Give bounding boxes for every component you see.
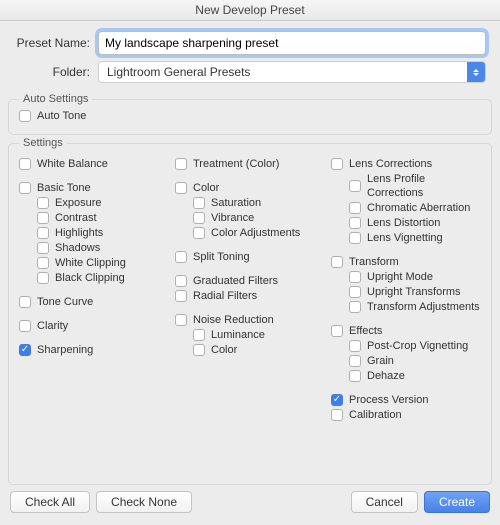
checkbox-icon	[19, 158, 31, 170]
checkbox-icon	[37, 272, 49, 284]
checkbox-icon	[349, 271, 361, 283]
checkbox-post-crop[interactable]: Post-Crop Vignetting	[349, 339, 481, 353]
checkbox-saturation[interactable]: Saturation	[193, 196, 325, 210]
checkbox-icon	[37, 212, 49, 224]
checkbox-basic-tone[interactable]: Basic Tone	[19, 181, 169, 195]
checkbox-icon	[349, 370, 361, 382]
checkbox-icon	[349, 355, 361, 367]
checkbox-icon	[19, 110, 31, 122]
checkbox-grain[interactable]: Grain	[349, 354, 481, 368]
checkbox-icon	[175, 275, 187, 287]
preset-name-label: Preset Name:	[14, 36, 98, 50]
checkbox-auto-tone[interactable]: Auto Tone	[19, 109, 481, 123]
checkbox-color[interactable]: Color	[175, 181, 325, 195]
footer: Check All Check None Cancel Create	[0, 483, 500, 525]
checkbox-icon	[331, 256, 343, 268]
checkbox-white-balance[interactable]: White Balance	[19, 157, 169, 171]
checkbox-icon	[175, 314, 187, 326]
checkbox-contrast[interactable]: Contrast	[37, 211, 169, 225]
checkbox-icon	[349, 286, 361, 298]
checkbox-icon	[349, 232, 361, 244]
checkbox-shadows[interactable]: Shadows	[37, 241, 169, 255]
checkbox-calibration[interactable]: Calibration	[331, 408, 481, 422]
checkbox-dehaze[interactable]: Dehaze	[349, 369, 481, 383]
checkbox-icon	[193, 344, 205, 356]
checkbox-icon	[175, 158, 187, 170]
checkbox-lens-profile[interactable]: Lens Profile Corrections	[349, 172, 481, 200]
checkbox-transform-adjustments[interactable]: Transform Adjustments	[349, 300, 481, 314]
checkbox-icon	[193, 197, 205, 209]
checkbox-white-clipping[interactable]: White Clipping	[37, 256, 169, 270]
checkbox-icon	[349, 202, 361, 214]
checkbox-noise-reduction[interactable]: Noise Reduction	[175, 313, 325, 327]
checkbox-sharpening[interactable]: Sharpening	[19, 343, 169, 357]
checkbox-transform[interactable]: Transform	[331, 255, 481, 269]
checkbox-icon	[19, 320, 31, 332]
auto-settings-group: Auto Settings Auto Tone	[8, 99, 492, 135]
checkbox-noise-color[interactable]: Color	[193, 343, 325, 357]
window-title: New Develop Preset	[0, 0, 500, 21]
checkbox-tone-curve[interactable]: Tone Curve	[19, 295, 169, 309]
checkbox-treatment[interactable]: Treatment (Color)	[175, 157, 325, 171]
checkbox-icon	[331, 325, 343, 337]
checkbox-graduated-filters[interactable]: Graduated Filters	[175, 274, 325, 288]
cancel-button[interactable]: Cancel	[351, 491, 418, 513]
checkbox-icon	[175, 182, 187, 194]
checkbox-icon	[37, 227, 49, 239]
checkbox-lens-corrections[interactable]: Lens Corrections	[331, 157, 481, 171]
preset-name-input[interactable]	[98, 31, 486, 55]
checkbox-icon	[349, 180, 361, 192]
dropdown-arrows-icon	[467, 62, 485, 82]
checkbox-icon	[193, 212, 205, 224]
checkbox-icon	[175, 290, 187, 302]
checkbox-icon	[19, 182, 31, 194]
checkbox-icon	[331, 394, 343, 406]
checkbox-icon	[175, 251, 187, 263]
checkbox-upright-transforms[interactable]: Upright Transforms	[349, 285, 481, 299]
settings-col-3: Lens Corrections Lens Profile Correction…	[331, 156, 481, 423]
checkbox-vibrance[interactable]: Vibrance	[193, 211, 325, 225]
settings-title: Settings	[19, 137, 67, 149]
settings-col-1: White Balance Basic Tone Exposure Contra…	[19, 156, 169, 423]
folder-select[interactable]: Lightroom General Presets	[98, 61, 486, 83]
checkbox-icon	[349, 217, 361, 229]
checkbox-lens-distortion[interactable]: Lens Distortion	[349, 216, 481, 230]
checkbox-black-clipping[interactable]: Black Clipping	[37, 271, 169, 285]
checkbox-icon	[193, 227, 205, 239]
checkbox-icon	[37, 257, 49, 269]
checkbox-exposure[interactable]: Exposure	[37, 196, 169, 210]
check-none-button[interactable]: Check None	[96, 491, 192, 513]
checkbox-highlights[interactable]: Highlights	[37, 226, 169, 240]
checkbox-color-adjustments[interactable]: Color Adjustments	[193, 226, 325, 240]
checkbox-clarity[interactable]: Clarity	[19, 319, 169, 333]
checkbox-upright-mode[interactable]: Upright Mode	[349, 270, 481, 284]
settings-col-2: Treatment (Color) Color Saturation Vibra…	[175, 156, 325, 423]
checkbox-icon	[331, 409, 343, 421]
create-button[interactable]: Create	[424, 491, 490, 513]
checkbox-chromatic[interactable]: Chromatic Aberration	[349, 201, 481, 215]
folder-select-value: Lightroom General Presets	[99, 65, 467, 79]
folder-label: Folder:	[14, 65, 98, 79]
auto-settings-title: Auto Settings	[19, 93, 92, 105]
form-area: Preset Name: Folder: Lightroom General P…	[0, 21, 500, 95]
checkbox-process-version[interactable]: Process Version	[331, 393, 481, 407]
checkbox-icon	[37, 242, 49, 254]
checkbox-radial-filters[interactable]: Radial Filters	[175, 289, 325, 303]
checkbox-icon	[331, 158, 343, 170]
checkbox-icon	[19, 296, 31, 308]
settings-group: Settings White Balance Basic Tone Exposu…	[8, 143, 492, 485]
checkbox-icon	[349, 340, 361, 352]
checkbox-split-toning[interactable]: Split Toning	[175, 250, 325, 264]
checkbox-lens-vignetting[interactable]: Lens Vignetting	[349, 231, 481, 245]
checkbox-icon	[193, 329, 205, 341]
check-all-button[interactable]: Check All	[10, 491, 90, 513]
checkbox-icon	[19, 344, 31, 356]
checkbox-icon	[37, 197, 49, 209]
checkbox-effects[interactable]: Effects	[331, 324, 481, 338]
checkbox-icon	[349, 301, 361, 313]
checkbox-luminance[interactable]: Luminance	[193, 328, 325, 342]
